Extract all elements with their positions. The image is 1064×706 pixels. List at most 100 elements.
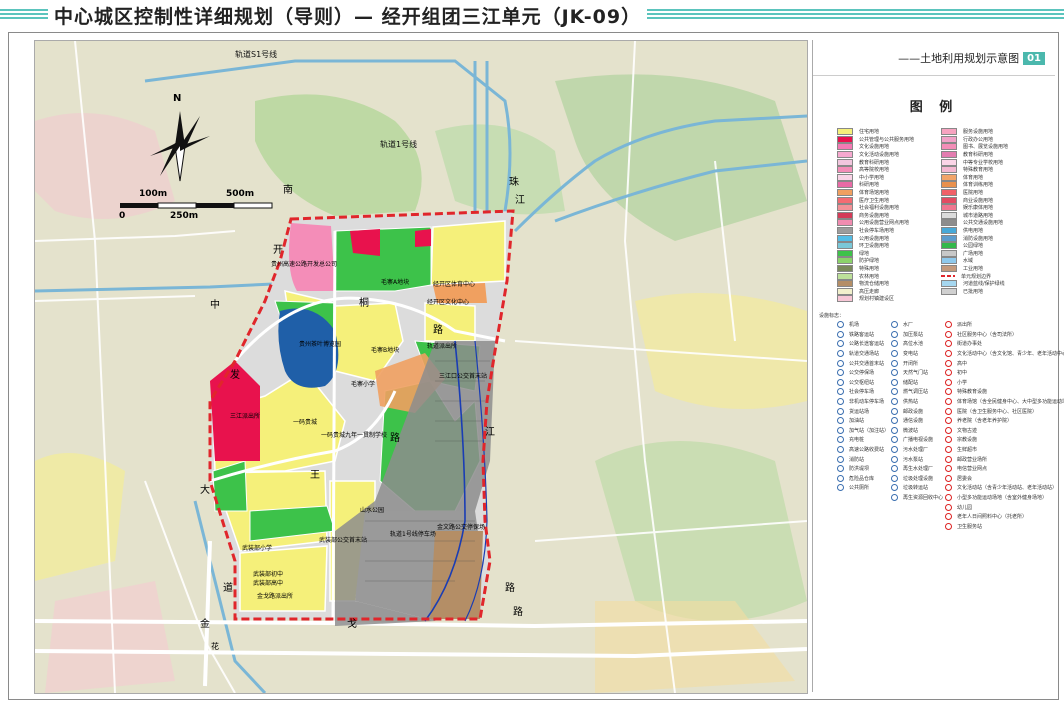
symbol-item: 充电桩 (837, 435, 897, 445)
facility-symbol-icon (837, 426, 844, 434)
legend-item: 文化设施用地 (837, 143, 947, 151)
symbol-item: 加压泵站 (891, 330, 951, 340)
legend-swatch (837, 173, 853, 181)
symbol-item: 燃气调压站 (891, 387, 951, 397)
symbol-item: 公共厕所 (837, 483, 897, 493)
legend-item: 特殊用地 (837, 264, 947, 273)
legend-label: 服务设施用地 (963, 129, 994, 136)
symbol-label: 机场 (849, 322, 860, 329)
facility-symbol-icon (891, 369, 898, 377)
legend-landuse-right: 服务设施用地 行政办公用地 图书、展览设施用地 教育科研用地 中等专业学校用地 特殊教育用… (941, 128, 1051, 295)
legend-item: 文化活动设施用地 (837, 151, 947, 159)
symbol-label: 文化活动中心（含文化馆、青少年、老年活动中心） (957, 351, 1064, 358)
symbol-label: 养老院（含老年养护院） (957, 418, 1013, 425)
symbol-label: 燃气调压站 (903, 389, 929, 396)
legend-item: 公共交通设施用地 (941, 219, 1051, 227)
legend-swatch (837, 189, 853, 197)
facility-symbol-icon (945, 330, 952, 338)
symbol-label: 生鲜超市 (957, 447, 978, 454)
legend-swatch (837, 204, 853, 212)
symbol-item: 特殊教育设施 (945, 387, 1055, 397)
sheet-number-badge: 01 (1023, 51, 1045, 65)
symbols-header: 设施标志： (819, 313, 845, 319)
legend-swatch (941, 173, 957, 181)
symbol-label: 广播电视设施 (903, 437, 934, 444)
legend-label: 水域 (963, 258, 974, 265)
title-stripes-right (647, 9, 1064, 21)
title-stripes-left (0, 9, 48, 21)
facility-symbol-icon (837, 436, 844, 444)
facility-symbol-icon (837, 359, 844, 367)
symbol-label: 文化活动站（含青少年活动站、老年活动站） (957, 485, 1058, 492)
symbol-label: 消防站 (849, 456, 865, 463)
legend-item: 娱乐康体用地 (941, 204, 1051, 212)
legend-item: 体育用地 (941, 173, 1051, 182)
facility-symbol-icon (891, 455, 898, 463)
legend-label: 特殊用地 (859, 265, 880, 272)
legend-label: 体育训练用地 (963, 182, 994, 189)
facility-symbol-icon (945, 455, 952, 463)
legend-swatch (837, 196, 853, 204)
facility-symbol-icon (891, 436, 898, 444)
legend-item: 特殊教育用地 (941, 166, 1051, 174)
land-use-map[interactable]: 轨道S1号线 轨道1号线 N 100m 500m 0 250m 南 开 珠 江 … (34, 40, 808, 694)
legend-swatch (837, 295, 853, 303)
symbol-item: 高中 (945, 358, 1055, 368)
title-bar: 中心城区控制性详细规划（导则）— 经开组团三江单元（JK-09） (0, 0, 1064, 30)
facility-symbol-icon (837, 484, 844, 492)
legend-landuse-left: 住宅用地 公共管理与公共服务用地 文化设施用地 文化活动设施用地 教育科研用地 高等院校用… (837, 128, 947, 303)
legend-symbols-mid: 水厂 加压泵站 高位水池 变电站 开闭所 天然气门站 储配站 燃气调压站 供热站 邮政设施 通信设施… (891, 320, 951, 502)
symbol-label: 再生资源回收中心 (903, 494, 944, 501)
legend-item: 绿地 (837, 249, 947, 258)
legend-item: 环卫设施用地 (837, 242, 947, 250)
legend-label: 公共交通设施用地 (963, 220, 1004, 227)
symbol-item: 货运站场 (837, 406, 897, 416)
legend-swatch (837, 227, 853, 235)
legend-label: 住宅用地 (859, 129, 880, 136)
symbol-label: 高位水池 (903, 341, 924, 348)
facility-symbol-icon (837, 398, 844, 406)
legend-label: 医院用地 (963, 190, 984, 197)
legend-label: 商业设施用地 (963, 197, 994, 204)
legend-item: 工业用地 (941, 264, 1051, 273)
symbol-item: 非机动车停车场 (837, 397, 897, 407)
legend-item: 农林用地 (837, 272, 947, 280)
symbol-item: 水厂 (891, 320, 951, 330)
symbol-item: 危险品仓库 (837, 474, 897, 484)
legend-item: 行政办公用地 (941, 135, 1051, 144)
legend-label: 体育用地 (963, 174, 984, 181)
facility-symbol-icon (945, 513, 952, 521)
facility-symbol-icon (891, 474, 898, 482)
symbol-label: 危险品仓库 (849, 475, 875, 482)
facility-symbol-icon (891, 321, 898, 329)
legend-label: 公共管理与公共服务用地 (859, 136, 915, 143)
symbol-item: 变电站 (891, 349, 951, 359)
legend-label: 工业用地 (963, 265, 984, 272)
facility-symbol-icon (891, 340, 898, 348)
facility-symbol-icon (891, 465, 898, 473)
legend-label: 教育科研用地 (859, 159, 890, 166)
legend-swatch (941, 128, 957, 136)
legend-swatch (837, 234, 853, 242)
symbol-item: 医院（含卫生服务中心、社区医院） (945, 406, 1055, 416)
legend-label: 文化活动设施用地 (859, 152, 900, 159)
legend-swatch (941, 287, 957, 295)
facility-symbol-icon (891, 398, 898, 406)
legend-heading: 图 例 (909, 100, 959, 115)
symbol-label: 宗教设施 (957, 437, 978, 444)
symbol-item: 消防站 (837, 454, 897, 464)
facility-symbol-icon (837, 446, 844, 454)
symbol-item: 垃圾处理设施 (891, 474, 951, 484)
symbol-label: 公共交通首末站 (849, 360, 885, 367)
facility-symbol-icon (837, 455, 844, 463)
legend-item: 公共管理与公共服务用地 (837, 135, 947, 144)
legend-item: 公用设施营业网点用地 (837, 219, 947, 227)
legend-item: 城市道路用地 (941, 211, 1051, 220)
symbol-label: 污水处理厂 (903, 447, 929, 454)
legend-swatch (941, 234, 957, 242)
legend-item: 教育科研用地 (941, 151, 1051, 159)
legend-swatch (941, 196, 957, 204)
legend-item: 广场用地 (941, 249, 1051, 258)
facility-symbol-icon (837, 388, 844, 396)
legend-item: 河道蓝线/保护绿线 (941, 280, 1051, 288)
